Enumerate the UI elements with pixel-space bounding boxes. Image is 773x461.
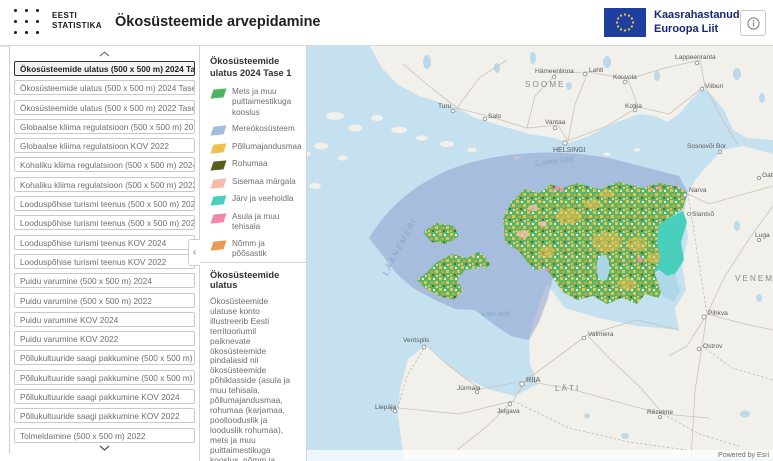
header: EESTI STATISTIKA Ökosüsteemide arvepidam…	[0, 0, 773, 46]
svg-text:RIIA: RIIA	[526, 375, 540, 384]
description-title: Ökosüsteemide ulatus	[210, 270, 297, 290]
svg-text:Jūrmala: Jūrmala	[457, 385, 481, 392]
scroll-up-button[interactable]	[14, 48, 195, 60]
layer-item[interactable]: Põllukultuuride saagi pakkumine KOV 2022	[14, 408, 195, 423]
svg-text:Lahti: Lahti	[589, 67, 604, 74]
layer-item[interactable]: Looduspõhise turismi teenus (500 x 500 m…	[14, 196, 195, 211]
svg-text:Lappeenranta: Lappeenranta	[675, 54, 716, 61]
chevron-up-icon	[99, 51, 110, 57]
layer-item[interactable]: Ökosüsteemide ulatus (500 x 500 m) 2024 …	[14, 61, 195, 76]
legend-swatch	[211, 143, 227, 153]
svg-text:Turu: Turu	[438, 103, 452, 110]
svg-text:Narva: Narva	[689, 187, 707, 194]
svg-text:Kotka: Kotka	[625, 103, 642, 110]
svg-text:Pihkva: Pihkva	[708, 310, 728, 317]
layer-item[interactable]: Globaalse kliima regulatsioon (500 x 500…	[14, 119, 195, 134]
estonia-muhu-raster	[480, 261, 490, 268]
svg-text:Gattšina: Gattšina	[762, 172, 773, 179]
legend-swatch	[211, 178, 227, 188]
svg-text:Rēzekne: Rēzekne	[647, 409, 673, 416]
svg-text:HELSINGI: HELSINGI	[553, 147, 586, 154]
legend-swatch	[211, 126, 227, 136]
legend-swatch	[211, 213, 227, 223]
lake-vortsjarv	[597, 255, 610, 281]
eu-text: Kaasrahastanud Euroopa Liit	[654, 9, 740, 37]
legend-swatch	[211, 240, 227, 250]
layer-item[interactable]: Põllukultuuride saagi pakkumine (500 x 5…	[14, 370, 195, 385]
legend-item: Järv ja veehoidla	[210, 194, 298, 205]
layer-item[interactable]: Puidu varumine KOV 2022	[14, 331, 195, 346]
powered-by-esri: Powered by Esri	[718, 452, 769, 459]
eu-flag-icon	[604, 8, 646, 37]
legend-item: Asula ja muu tehisala	[210, 212, 298, 233]
layer-item[interactable]: Põllukultuuride saagi pakkumine (500 x 5…	[14, 350, 195, 365]
chevron-down-icon	[99, 445, 110, 451]
svg-text:Hämeenlinna: Hämeenlinna	[535, 68, 574, 75]
svg-text:Viiburi: Viiburi	[705, 83, 724, 90]
chevron-left-icon: ‹	[193, 247, 196, 258]
layer-item[interactable]: Tolmeldamine (500 x 500 m) 2022	[14, 428, 195, 443]
legend-title: Ökosüsteemide ulatus 2024 Tase 1	[210, 55, 298, 79]
map-svg: SOOME VENEMAA LÄTI Hämeenlinna Lahti Kou…	[307, 46, 773, 461]
eu-cofunding-banner: Kaasrahastanud Euroopa Liit	[604, 8, 740, 37]
layer-description-section[interactable]: Ökosüsteemide ulatus Ökosüsteemide ulatu…	[200, 262, 306, 461]
legend-panel: ‹ Ökosüsteemide ulatus 2024 Tase 1 Mets …	[199, 46, 307, 461]
legend-item: Nõmm ja põõsastik	[210, 239, 298, 260]
svg-text:Slantsõ: Slantsõ	[692, 211, 714, 218]
statistics-estonia-logo: EESTI STATISTIKA	[13, 7, 102, 35]
svg-text:Jelgava: Jelgava	[497, 408, 520, 415]
layer-item[interactable]: Looduspõhise turismi teenus KOV 2024	[14, 235, 195, 250]
layer-item[interactable]: Kohaliku kliima regulatsioon (500 x 500 …	[14, 157, 195, 172]
description-body: Ökosüsteemide ulatuse konto illustreerib…	[210, 297, 297, 461]
layer-items: Ökosüsteemide ulatus (500 x 500 m) 2024 …	[14, 61, 195, 443]
legend-item: Põllumajandusmaa	[210, 142, 298, 153]
logo-text: EESTI STATISTIKA	[52, 11, 102, 30]
layer-item[interactable]: Globaalse kliima regulatsioon KOV 2022	[14, 138, 195, 153]
svg-text:Liivi laht: Liivi laht	[482, 309, 510, 318]
layer-item[interactable]: Looduspõhise turismi teenus (500 x 500 m…	[14, 215, 195, 230]
legend-swatch	[211, 88, 227, 98]
app-window: EESTI STATISTIKA Ökosüsteemide arvepidam…	[0, 0, 773, 461]
layer-item[interactable]: Ökosüsteemide ulatus (500 x 500 m) 2022 …	[14, 100, 195, 115]
layer-item[interactable]: Puidu varumine KOV 2024	[14, 312, 195, 327]
legend-item: Sisemaa märgala	[210, 177, 298, 188]
layer-item[interactable]: Looduspõhise turismi teenus KOV 2022	[14, 254, 195, 269]
page-title: Ökosüsteemide arvepidamine	[115, 14, 321, 30]
info-circle-icon	[747, 17, 760, 30]
map-attribution: Powered by Esri	[307, 450, 773, 461]
svg-text:Sosnovõi Bor: Sosnovõi Bor	[687, 143, 727, 150]
panel-collapse-button[interactable]: ‹	[188, 239, 200, 266]
svg-text:Luga: Luga	[755, 232, 770, 239]
layer-item[interactable]: Puidu varumine (500 x 500 m) 2022	[14, 293, 195, 308]
info-button[interactable]	[740, 10, 766, 36]
legend-item: Mereökosüsteem	[210, 124, 298, 135]
layer-item[interactable]: Kohaliku kliima regulatsioon (500 x 500 …	[14, 177, 195, 192]
svg-text:Valmiera: Valmiera	[588, 331, 614, 338]
legend-swatch	[211, 196, 227, 206]
layer-item[interactable]: Puidu varumine (500 x 500 m) 2024	[14, 273, 195, 288]
svg-text:LÄTI: LÄTI	[555, 383, 580, 393]
scroll-down-button[interactable]	[14, 443, 195, 454]
svg-text:Kouvola: Kouvola	[613, 74, 637, 81]
svg-text:Salo: Salo	[488, 113, 502, 120]
legend-section: Ökosüsteemide ulatus 2024 Tase 1 Mets ja…	[200, 46, 306, 262]
legend-item: Mets ja muu puittaimestikuga kooslus	[210, 87, 298, 118]
legend-item: Rohumaa	[210, 159, 298, 170]
svg-text:SOOME: SOOME	[525, 80, 565, 89]
svg-text:Liepāja: Liepāja	[375, 404, 397, 411]
logo-dots-icon	[13, 7, 43, 35]
collapsed-panel-strip[interactable]	[0, 46, 10, 454]
svg-text:Ventspils: Ventspils	[403, 337, 430, 344]
layer-item[interactable]: Ökosüsteemide ulatus (500 x 500 m) 2024 …	[14, 80, 195, 95]
legend-swatch	[211, 161, 227, 171]
layer-item[interactable]: Põllukultuuride saagi pakkumine KOV 2024	[14, 389, 195, 404]
svg-text:Ostrov: Ostrov	[703, 343, 723, 350]
svg-text:VENEMAA: VENEMAA	[735, 274, 773, 283]
layer-list-panel: Ökosüsteemide ulatus (500 x 500 m) 2024 …	[10, 46, 199, 454]
svg-text:Vantaa: Vantaa	[545, 119, 566, 126]
map-canvas[interactable]: SOOME VENEMAA LÄTI Hämeenlinna Lahti Kou…	[307, 46, 773, 461]
